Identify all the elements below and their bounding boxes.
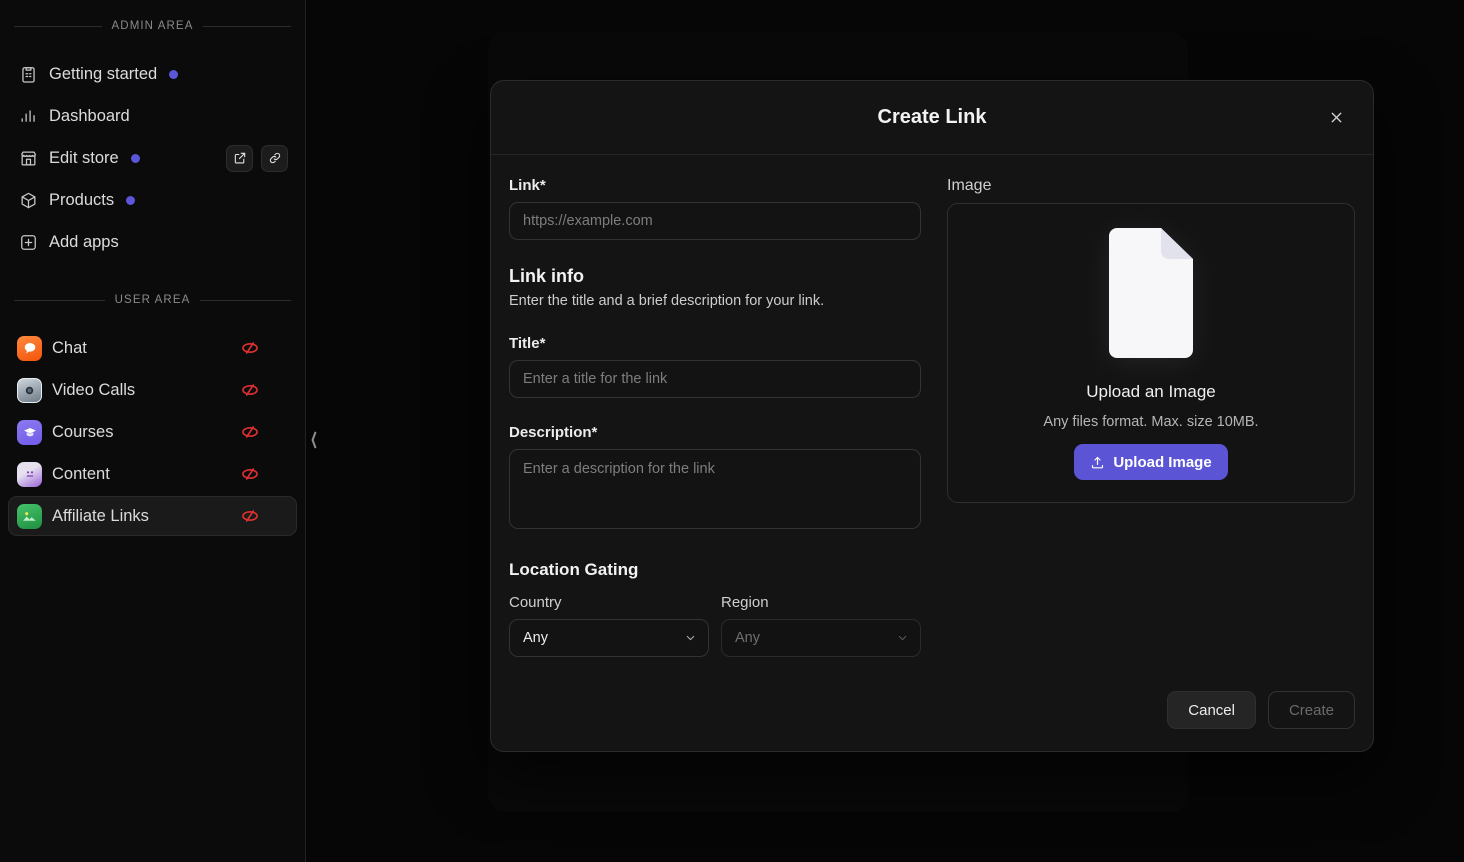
sidebar-item-edit-store[interactable]: Edit store xyxy=(8,138,297,178)
main-content: Create Link Link* Link info Enter the ti… xyxy=(306,0,1464,862)
content-app-icon xyxy=(17,461,42,487)
sidebar-item-video-calls[interactable]: Video Calls xyxy=(8,370,297,410)
sidebar-item-label: Dashboard xyxy=(49,106,130,125)
image-section-label: Image xyxy=(947,177,992,194)
sidebar-item-products[interactable]: Products xyxy=(8,180,297,220)
bar-chart-icon xyxy=(17,105,39,127)
cancel-button[interactable]: Cancel xyxy=(1167,691,1256,729)
notification-dot xyxy=(169,69,179,79)
country-label: Country xyxy=(509,594,562,611)
file-icon xyxy=(1101,226,1201,360)
link-info-block: Link info Enter the title and a brief de… xyxy=(509,266,921,309)
eye-off-icon[interactable] xyxy=(240,464,260,484)
notification-dot xyxy=(130,153,140,163)
eye-off-icon[interactable] xyxy=(240,380,260,400)
chain-link-icon xyxy=(269,152,280,164)
sidebar-item-getting-started[interactable]: Getting started xyxy=(8,54,297,94)
sidebar-item-add-apps[interactable]: Add apps xyxy=(8,222,297,262)
sidebar-item-label: Courses xyxy=(52,422,114,441)
sidebar-collapse-handle[interactable] xyxy=(305,420,321,460)
upload-image-button[interactable]: Upload Image xyxy=(1074,444,1228,480)
country-select[interactable]: Any xyxy=(509,619,709,657)
store-icon xyxy=(17,147,39,169)
sidebar-item-affiliate-links[interactable]: Affiliate Links xyxy=(8,496,297,536)
copy-link-button[interactable] xyxy=(261,144,288,172)
link-field-label: Link* xyxy=(509,177,546,194)
close-button[interactable] xyxy=(1321,103,1351,133)
sidebar-item-label: Video Calls xyxy=(52,380,136,399)
external-link-icon xyxy=(234,152,245,164)
close-icon xyxy=(1331,112,1341,123)
sidebar-item-chat[interactable]: Chat xyxy=(8,328,297,368)
admin-area-label: ADMIN AREA xyxy=(111,20,194,32)
store-action-buttons xyxy=(226,144,288,172)
description-field-label: Description* xyxy=(509,424,598,441)
divider-left xyxy=(14,25,102,27)
form-right-column: Image Upload an Image Any files format. … xyxy=(947,177,1355,677)
modal-body: Link* Link info Enter the title and a br… xyxy=(491,155,1373,677)
clipboard-icon xyxy=(17,63,39,85)
divider-left xyxy=(14,299,105,301)
sidebar-item-label: Edit store xyxy=(49,148,119,167)
sidebar-item-label: Content xyxy=(52,464,110,483)
app-root: ADMIN AREA Getting started Dashboard Edi… xyxy=(0,0,1464,862)
sidebar-item-label: Getting started xyxy=(49,64,158,83)
upload-title: Upload an Image xyxy=(1086,382,1216,401)
upload-image-button-label: Upload Image xyxy=(1113,453,1212,471)
region-select-wrapper: Any xyxy=(721,619,921,657)
create-button[interactable]: Create xyxy=(1267,691,1355,729)
sidebar-item-dashboard[interactable]: Dashboard xyxy=(8,96,297,136)
region-label: Region xyxy=(721,594,769,611)
external-link-button[interactable] xyxy=(226,144,253,172)
video-calls-app-icon xyxy=(17,377,42,403)
country-field-group: Country Any xyxy=(509,594,709,657)
notification-dot xyxy=(126,195,136,205)
chat-app-icon xyxy=(17,335,42,361)
affiliate-links-app-icon xyxy=(17,503,42,529)
sidebar-item-courses[interactable]: Courses xyxy=(8,412,297,452)
image-upload-dropzone[interactable]: Upload an Image Any files format. Max. s… xyxy=(947,203,1355,503)
chevron-left-icon xyxy=(311,431,316,449)
eye-off-icon[interactable] xyxy=(240,506,260,526)
sidebar-item-content[interactable]: Content xyxy=(8,454,297,494)
link-info-heading: Link info xyxy=(509,266,584,286)
location-gating-block: Location Gating Country Any Region Any xyxy=(509,560,921,657)
sidebar: ADMIN AREA Getting started Dashboard Edi… xyxy=(0,0,316,862)
region-field-group: Region Any xyxy=(721,594,921,657)
create-link-modal: Create Link Link* Link info Enter the ti… xyxy=(490,80,1374,752)
title-field-group: Title* xyxy=(509,335,921,398)
region-select: Any xyxy=(721,619,921,657)
link-info-description: Enter the title and a brief description … xyxy=(509,293,825,309)
user-area-label: USER AREA xyxy=(114,294,191,306)
courses-app-icon xyxy=(17,419,42,445)
sidebar-item-label: Products xyxy=(49,190,115,209)
location-gating-row: Country Any Region Any xyxy=(509,594,921,657)
description-field-group: Description* xyxy=(509,424,921,534)
upload-hint: Any files format. Max. size 10MB. xyxy=(1043,414,1259,430)
admin-area-section-header: ADMIN AREA xyxy=(8,0,297,52)
modal-footer: Cancel Create xyxy=(491,677,1373,751)
modal-title: Create Link xyxy=(877,106,987,128)
country-select-wrapper: Any xyxy=(509,619,709,657)
location-gating-heading: Location Gating xyxy=(509,560,639,579)
title-field-label: Title* xyxy=(509,335,546,352)
package-icon xyxy=(17,189,39,211)
user-area-section-header: USER AREA xyxy=(8,274,297,326)
plus-square-icon xyxy=(17,231,39,253)
sidebar-item-label: Add apps xyxy=(49,232,119,251)
sidebar-item-label: Affiliate Links xyxy=(52,506,149,525)
title-input[interactable] xyxy=(509,360,921,398)
link-input[interactable] xyxy=(509,202,921,240)
divider-right xyxy=(200,299,292,301)
eye-off-icon[interactable] xyxy=(240,422,260,442)
eye-off-icon[interactable] xyxy=(240,338,260,358)
modal-header: Create Link xyxy=(491,81,1373,155)
divider-right xyxy=(203,25,291,27)
upload-icon xyxy=(1092,456,1104,468)
form-left-column: Link* Link info Enter the title and a br… xyxy=(509,177,921,677)
description-textarea[interactable] xyxy=(509,449,921,529)
sidebar-item-label: Chat xyxy=(52,338,87,357)
